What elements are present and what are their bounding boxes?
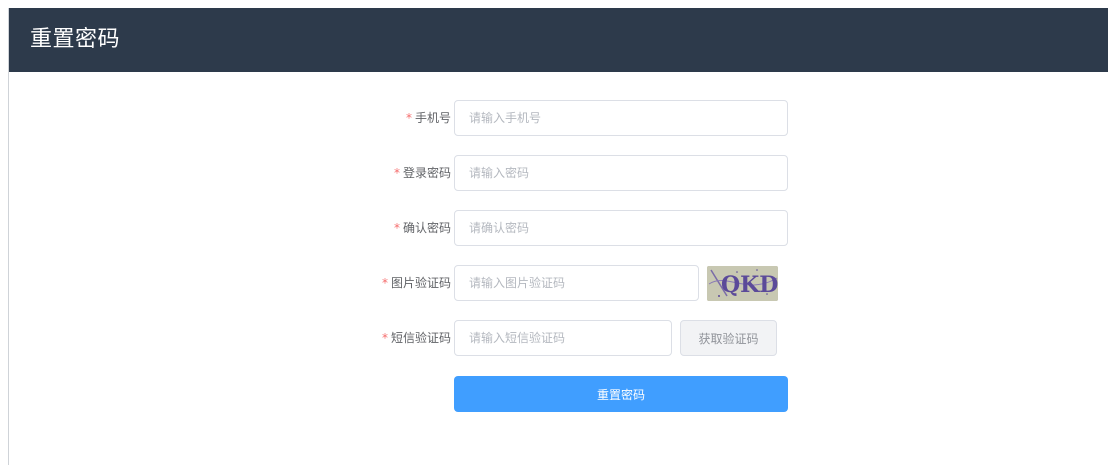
password-label-text: 登录密码 <box>402 166 451 180</box>
confirm-password-label: * 确认密码 <box>394 210 451 246</box>
required-mark: * <box>393 221 400 235</box>
image-captcha-input[interactable] <box>454 265 699 301</box>
phone-label: * 手机号 <box>406 100 451 136</box>
sms-code-label: * 短信验证码 <box>382 320 451 356</box>
captcha-text: QKD <box>721 272 778 298</box>
required-mark: * <box>381 331 388 345</box>
image-captcha-label-text: 图片验证码 <box>390 276 451 290</box>
reset-password-window: 重置密码 *手机号 *登录密码 *确认密码 *图片验证码 QKD <box>8 8 1108 465</box>
confirm-password-label-text: 确认密码 <box>402 221 451 235</box>
password-input[interactable] <box>454 155 788 191</box>
password-label: * 登录密码 <box>394 155 451 191</box>
captcha-image[interactable]: QKD <box>707 266 778 301</box>
form-row-sms-code: *短信验证码 获取验证码 <box>9 320 1108 356</box>
form-row-confirm-password: * 确认密码 <box>9 210 1108 246</box>
phone-label-text: 手机号 <box>414 111 451 125</box>
image-captcha-label: * 图片验证码 <box>382 265 451 301</box>
form-row-password: * 登录密码 <box>9 155 1108 191</box>
form-row-phone: * 手机号 <box>9 100 1108 136</box>
page-header: 重置密码 <box>9 8 1108 72</box>
phone-input[interactable] <box>454 100 788 136</box>
confirm-password-input[interactable] <box>454 210 788 246</box>
required-mark: * <box>393 166 400 180</box>
sms-code-input[interactable] <box>454 320 672 356</box>
form-row-image-captcha: *图片验证码 QKD <box>9 265 1108 301</box>
sms-code-label-text: 短信验证码 <box>390 331 451 345</box>
get-sms-code-button[interactable]: 获取验证码 <box>680 320 777 356</box>
page-title: 重置密码 <box>30 27 121 52</box>
reset-password-button[interactable]: 重置密码 <box>454 376 788 412</box>
required-mark: * <box>381 276 388 290</box>
required-mark: * <box>405 111 412 125</box>
captcha-graphic: QKD <box>707 266 778 301</box>
